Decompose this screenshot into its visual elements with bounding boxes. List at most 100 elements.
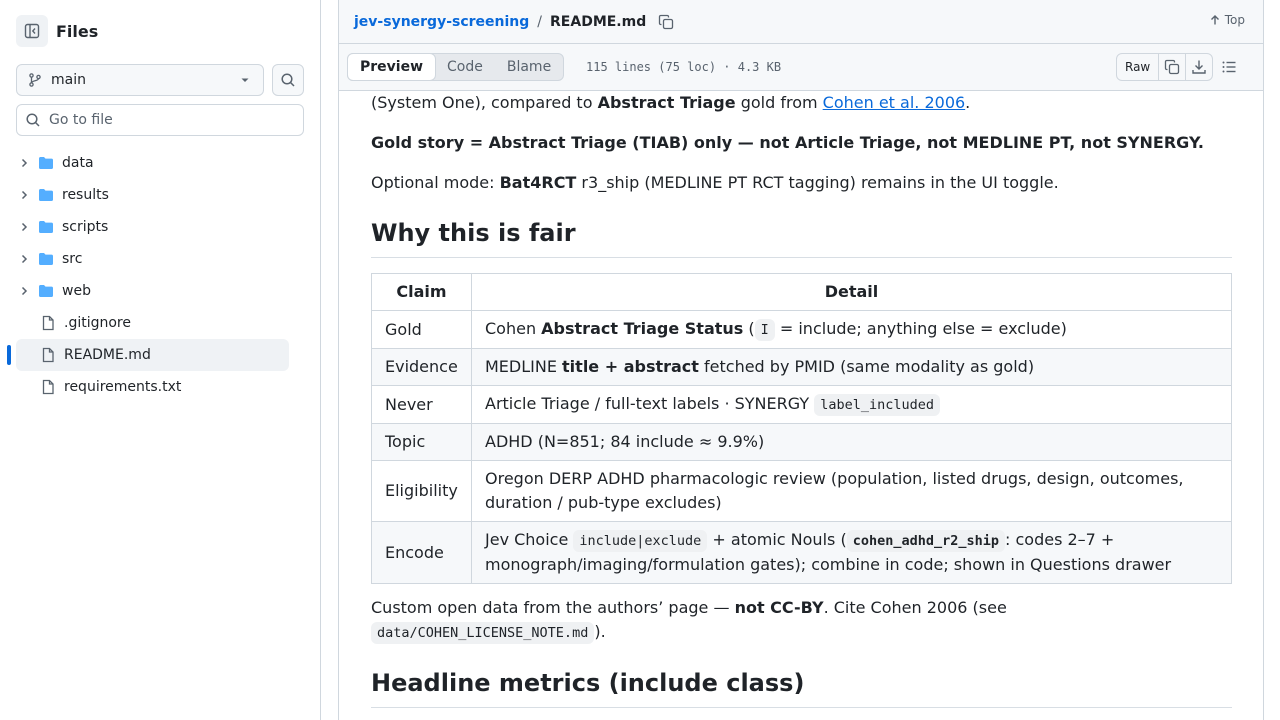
text: ). — [594, 622, 606, 641]
table-cell-claim: Eligibility — [371, 460, 472, 522]
heading-headline-metrics: Headline metrics (include class) — [371, 667, 1232, 708]
chevron-right-icon[interactable] — [16, 285, 32, 297]
tab-code[interactable]: Code — [435, 54, 495, 80]
table-cell-detail: ADHD (N=851; 84 include ≈ 9.9%) — [471, 423, 1232, 461]
claims-table: Claim Detail Gold Cohen Abstract Triage … — [371, 273, 1232, 584]
download-icon — [1192, 60, 1206, 74]
git-branch-icon — [29, 73, 41, 87]
paragraph-gold-story: Gold story = Abstract Triage (TIAB) only… — [371, 131, 1232, 155]
text: . — [965, 93, 971, 112]
inline-code: cohen_adhd_r2_ship — [846, 530, 1005, 552]
text: (System One), compared to — [371, 93, 598, 112]
file-toolbar: Preview Code Blame 115 lines (75 loc) · … — [338, 44, 1264, 91]
folder-icon — [38, 219, 54, 235]
inline-code: I — [754, 319, 775, 341]
inline-code: data/COHEN_LICENSE_NOTE.md — [371, 622, 595, 644]
text: Article Triage / full-text labels · SYNE… — [485, 394, 815, 413]
collapse-sidebar-button[interactable] — [16, 15, 48, 47]
branch-selector[interactable]: main — [16, 64, 264, 96]
table-row: Evidence MEDLINE title + abstract fetche… — [371, 348, 1232, 386]
breadcrumb-separator: / — [537, 13, 543, 30]
chevron-right-icon[interactable] — [16, 157, 32, 169]
text: + atomic Nouls ( — [707, 530, 847, 549]
tree-item-requirements[interactable]: requirements.txt — [16, 371, 289, 403]
text: Custom open data from the authors’ page … — [371, 598, 735, 617]
table-row: Eligibility Oregon DERP ADHD pharmacolog… — [371, 460, 1232, 522]
file-icon — [40, 315, 56, 331]
text: MEDLINE — [485, 357, 563, 376]
branch-name: main — [51, 72, 86, 88]
tree-item-label: scripts — [62, 219, 109, 235]
sidebar-header: Files — [16, 15, 98, 47]
back-to-top-label: Top — [1224, 13, 1245, 27]
tree-item-label: results — [62, 187, 109, 203]
text: Optional mode: — [371, 173, 500, 192]
cohen-link[interactable]: Cohen et al. 2006 — [823, 93, 966, 112]
table-cell-claim: Never — [371, 385, 472, 424]
file-icon — [40, 379, 56, 395]
file-tree-sidebar: Files main data results scripts — [0, 0, 321, 720]
table-header: Claim — [371, 273, 472, 311]
text: Cohen — [485, 319, 542, 338]
text: r3_ship (MEDLINE PT RCT tagging) remains… — [576, 173, 1059, 192]
bold-text: Bat4RCT — [499, 173, 577, 192]
tree-item-results[interactable]: results — [16, 179, 289, 211]
chevron-right-icon[interactable] — [16, 189, 32, 201]
folder-icon — [38, 251, 54, 267]
sidebar-collapse-icon — [24, 23, 40, 39]
tree-item-scripts[interactable]: scripts — [16, 211, 289, 243]
text: = include; anything else = exclude) — [774, 319, 1067, 338]
tree-item-label: README.md — [64, 347, 151, 363]
text: fetched by PMID (same modality as gold) — [698, 357, 1035, 376]
bold-text: Abstract Triage Status — [541, 319, 744, 338]
table-cell-claim: Gold — [371, 310, 472, 349]
paragraph-optional-mode: Optional mode: Bat4RCT r3_ship (MEDLINE … — [371, 171, 1232, 195]
search-icon — [281, 73, 295, 87]
go-to-file-input[interactable] — [49, 112, 289, 128]
tree-item-gitignore[interactable]: .gitignore — [16, 307, 289, 339]
tree-item-label: data — [62, 155, 94, 171]
table-cell-claim: Encode — [371, 521, 472, 584]
tree-item-label: .gitignore — [64, 315, 131, 331]
back-to-top-link[interactable]: Top — [1209, 13, 1245, 27]
copy-raw-button[interactable] — [1158, 54, 1185, 80]
table-header-row: Claim Detail — [371, 273, 1232, 311]
tree-item-web[interactable]: web — [16, 275, 289, 307]
outline-button[interactable] — [1221, 59, 1237, 75]
chevron-right-icon[interactable] — [16, 221, 32, 233]
table-row: Topic ADHD (N=851; 84 include ≈ 9.9%) — [371, 423, 1232, 461]
tree-item-data[interactable]: data — [16, 147, 289, 179]
heading-why-fair: Why this is fair — [371, 217, 1232, 258]
file-header: jev-synergy-screening / README.md Top — [338, 0, 1264, 44]
tab-blame[interactable]: Blame — [495, 54, 563, 80]
tab-preview[interactable]: Preview — [347, 53, 437, 81]
list-unordered-icon — [1222, 61, 1236, 73]
readme-content: (System One), compared to Abstract Triag… — [338, 91, 1264, 720]
text: . Cite Cohen 2006 (see — [823, 598, 1007, 617]
copy-path-button[interactable] — [658, 14, 674, 30]
search-files-button[interactable] — [272, 64, 304, 96]
download-button[interactable] — [1185, 54, 1212, 80]
folder-icon — [38, 155, 54, 171]
raw-button[interactable]: Raw — [1117, 54, 1158, 80]
text: gold from — [735, 93, 823, 112]
caret-down-icon — [241, 78, 249, 82]
table-cell-detail: Cohen Abstract Triage Status (I = includ… — [471, 310, 1232, 349]
view-mode-tabs: Preview Code Blame — [347, 53, 565, 81]
table-row: Encode Jev Choice include|exclude + atom… — [371, 521, 1232, 584]
copy-icon — [659, 14, 674, 29]
bold-text: Gold story = Abstract Triage (TIAB) only… — [371, 133, 1204, 152]
paragraph-license: Custom open data from the authors’ page … — [371, 596, 1232, 645]
tree-item-readme[interactable]: README.md — [7, 339, 289, 371]
search-icon — [26, 113, 40, 127]
table-cell-detail: MEDLINE title + abstract fetched by PMID… — [471, 348, 1232, 386]
bold-text: title + abstract — [562, 357, 699, 376]
inline-code: label_included — [814, 394, 940, 416]
breadcrumb-repo-link[interactable]: jev-synergy-screening — [354, 14, 529, 30]
chevron-right-icon[interactable] — [16, 253, 32, 265]
tree-item-src[interactable]: src — [16, 243, 289, 275]
tree-item-label: web — [62, 283, 91, 299]
file-info: 115 lines (75 loc) · 4.3 KB — [586, 60, 782, 74]
paragraph-gold-source: (System One), compared to Abstract Triag… — [371, 91, 1232, 115]
go-to-file-box[interactable] — [16, 104, 304, 136]
